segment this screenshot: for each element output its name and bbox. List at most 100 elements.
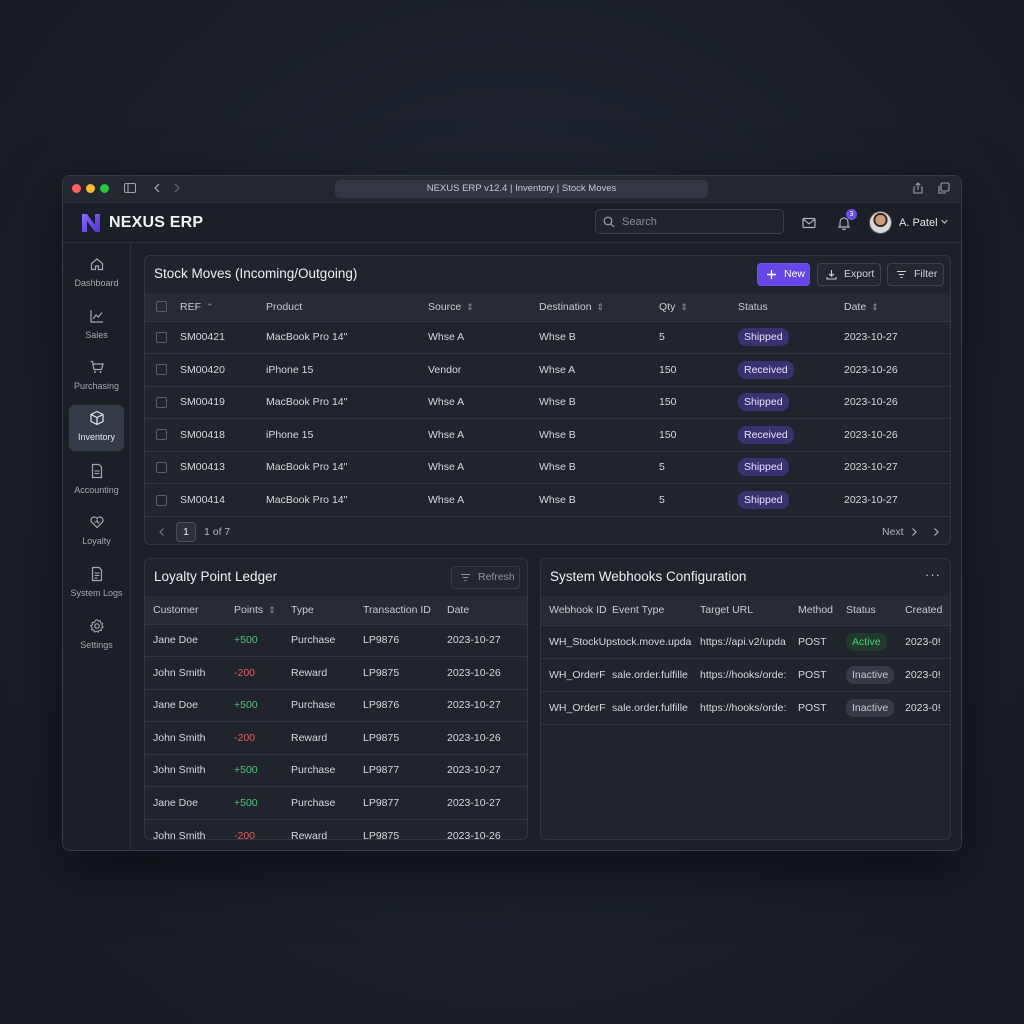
- export-button[interactable]: Export: [817, 263, 881, 286]
- select-all-checkbox[interactable]: [156, 301, 167, 313]
- search-box[interactable]: [595, 209, 784, 234]
- row-checkbox[interactable]: [156, 461, 167, 473]
- table-row[interactable]: SM00419 MacBook Pro 14" Whse A Whse B 15…: [145, 385, 950, 419]
- stock-moves-table: REF ⌃ Product Source ⇕ Destination ⇕ Qty ⇕ S…: [145, 293, 950, 516]
- address-bar[interactable]: NEXUS ERP v12.4 | Inventory | Stock Move…: [335, 180, 708, 198]
- cell-destination: Whse A: [539, 353, 659, 386]
- sidebar-item-inventory[interactable]: Inventory: [69, 405, 124, 451]
- column-header-target-url[interactable]: Target URL: [700, 596, 798, 625]
- sidebar-item-dashboard[interactable]: Dashboard: [69, 251, 124, 297]
- column-header-transaction-id[interactable]: Transaction ID: [363, 596, 447, 624]
- column-label: Method: [798, 604, 834, 617]
- sidebar-item-label: Accounting: [74, 485, 119, 495]
- page-count: 1 of 7: [204, 526, 231, 538]
- column-header-status[interactable]: Status: [738, 293, 844, 321]
- column-header-event-type[interactable]: Event Type: [612, 596, 700, 625]
- table-row[interactable]: John Smith -200 Reward LP9875 2023-10-26: [145, 721, 527, 754]
- table-row[interactable]: SM00413 MacBook Pro 14" Whse A Whse B 5 …: [145, 450, 950, 484]
- column-header-method[interactable]: Method: [798, 596, 846, 625]
- column-header-date[interactable]: Date ⇕: [844, 293, 950, 321]
- table-row[interactable]: Jane Doe +500 Purchase LP9876 2023-10-27: [145, 688, 527, 722]
- column-header-webhook-id[interactable]: Webhook ID: [541, 596, 612, 625]
- row-checkbox[interactable]: [156, 396, 167, 408]
- table-row[interactable]: John Smith +500 Purchase LP9877 2023-10-…: [145, 753, 527, 787]
- refresh-button[interactable]: Refresh: [451, 566, 520, 589]
- table-row[interactable]: SM00418 iPhone 15 Whse A Whse B 150 Rece…: [145, 418, 950, 451]
- cell-customer: John Smith: [145, 656, 234, 689]
- row-checkbox[interactable]: [156, 494, 167, 506]
- table-row[interactable]: WH_OrderF sale.order.fulfille https://ho…: [541, 657, 950, 691]
- row-checkbox[interactable]: [156, 331, 167, 343]
- table-row[interactable]: SM00414 MacBook Pro 14" Whse A Whse B 5 …: [145, 483, 950, 516]
- table-row[interactable]: Jane Doe +500 Purchase LP9876 2023-10-27: [145, 623, 527, 657]
- close-window-button[interactable]: [72, 184, 81, 193]
- sidebar-item-purchasing[interactable]: Purchasing: [69, 354, 124, 400]
- tabs-overview-icon[interactable]: [937, 181, 953, 197]
- status-badge: Shipped: [738, 458, 789, 477]
- prev-page-icon[interactable]: [158, 527, 166, 537]
- sidebar-toggle-icon[interactable]: [123, 181, 139, 197]
- row-checkbox[interactable]: [156, 429, 167, 441]
- browser-titlebar: NEXUS ERP v12.4 | Inventory | Stock Move…: [63, 176, 961, 203]
- app-header: NEXUS ERP 3 A. Patel: [63, 203, 961, 243]
- column-header-qty[interactable]: Qty ⇕: [659, 293, 738, 321]
- column-header-created[interactable]: Created: [905, 596, 950, 625]
- maximize-window-button[interactable]: [100, 184, 109, 193]
- cell-ref: SM00419: [180, 385, 266, 419]
- cell-customer: John Smith: [145, 721, 234, 754]
- chevron-down-icon[interactable]: [940, 217, 949, 226]
- column-header-points[interactable]: Points ⇕: [234, 596, 291, 624]
- webhooks-table: Webhook ID Event Type Target URL Method …: [541, 596, 950, 725]
- forward-arrow-icon[interactable]: [170, 181, 186, 197]
- column-header-product[interactable]: Product: [266, 293, 428, 321]
- new-button[interactable]: New: [757, 263, 810, 286]
- table-row[interactable]: SM00420 iPhone 15 Vendor Whse A 150 Rece…: [145, 353, 950, 386]
- column-header-source[interactable]: Source ⇕: [428, 293, 539, 321]
- sidebar-item-loyalty[interactable]: Loyalty: [69, 509, 124, 555]
- share-icon[interactable]: [911, 181, 927, 197]
- mail-icon[interactable]: [801, 215, 817, 231]
- table-row[interactable]: WH_StockUp stock.move.upda https://api.v…: [541, 624, 950, 658]
- sidebar-item-settings[interactable]: Settings: [69, 613, 124, 659]
- cell-ref: SM00420: [180, 353, 266, 386]
- brand-name: NEXUS ERP: [109, 214, 204, 231]
- refresh-button-label: Refresh: [478, 571, 515, 583]
- column-header-ref[interactable]: REF ⌃: [180, 293, 266, 321]
- search-input[interactable]: [622, 213, 772, 231]
- sidebar-item-accounting[interactable]: Accounting: [69, 458, 124, 504]
- cell-points: +500: [234, 753, 291, 787]
- column-label: Qty: [659, 300, 676, 313]
- next-page-link[interactable]: Next: [882, 526, 904, 538]
- sidebar-item-system-logs[interactable]: System Logs: [69, 561, 124, 607]
- table-row[interactable]: Jane Doe +500 Purchase LP9877 2023-10-27: [145, 786, 527, 819]
- status-badge: Shipped: [738, 393, 789, 412]
- status-badge: Shipped: [738, 328, 789, 347]
- column-header-destination[interactable]: Destination ⇕: [539, 293, 659, 321]
- table-row[interactable]: SM00421 MacBook Pro 14" Whse A Whse B 5 …: [145, 320, 950, 354]
- cell-date: 2023-10-27: [844, 450, 950, 484]
- cell-qty: 150: [659, 418, 738, 451]
- user-name[interactable]: A. Patel: [899, 217, 938, 229]
- column-header-type[interactable]: Type: [291, 596, 363, 624]
- column-header-customer[interactable]: Customer: [145, 596, 234, 624]
- row-checkbox[interactable]: [156, 364, 167, 376]
- table-row[interactable]: WH_OrderF sale.order.fulfille https://ho…: [541, 690, 950, 724]
- chevron-right-icon[interactable]: [910, 527, 918, 537]
- minimize-window-button[interactable]: [86, 184, 95, 193]
- cell-transaction-id: LP9876: [363, 688, 447, 722]
- avatar[interactable]: [869, 211, 892, 234]
- table-row[interactable]: John Smith -200 Reward LP9875 2023-10-26: [145, 818, 527, 839]
- cell-source: Whse A: [428, 483, 539, 516]
- column-header-date[interactable]: Date: [447, 596, 527, 624]
- table-row[interactable]: John Smith -200 Reward LP9875 2023-10-26: [145, 656, 527, 689]
- cell-points: -200: [234, 721, 291, 754]
- column-label: Product: [266, 300, 303, 313]
- more-options-icon[interactable]: ···: [925, 567, 941, 582]
- filter-button[interactable]: Filter: [887, 263, 944, 286]
- back-arrow-icon[interactable]: [150, 181, 166, 197]
- column-header-status[interactable]: Status: [846, 596, 905, 625]
- cell-product: MacBook Pro 14": [266, 450, 428, 484]
- current-page[interactable]: 1: [176, 522, 196, 542]
- sidebar-item-sales[interactable]: Sales: [69, 303, 124, 349]
- last-page-icon[interactable]: [932, 527, 940, 537]
